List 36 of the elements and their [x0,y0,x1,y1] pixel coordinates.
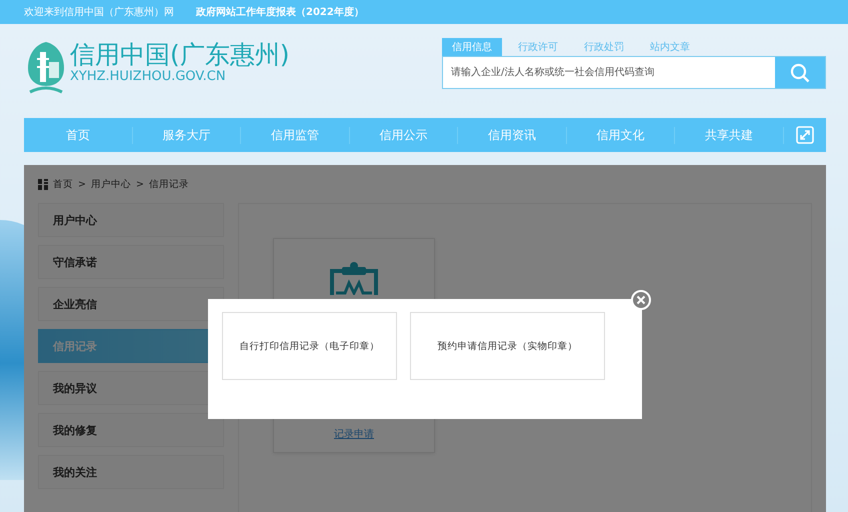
pagoda-logo-icon [26,40,66,96]
nav-item[interactable]: 服务大厅 [132,126,241,144]
search-tab[interactable]: 行政许可 [508,38,568,56]
option-button[interactable]: 自行打印信用记录（电子印章） [222,312,397,380]
sidebar-item[interactable]: 用户中心 [38,203,224,237]
nav-item[interactable]: 信用资讯 [458,126,566,144]
sidebar-item[interactable]: 我的修复 [38,413,224,447]
close-icon [636,295,646,305]
grid-icon [38,178,48,190]
search-button[interactable] [775,57,825,88]
welcome-text: 欢迎来到信用中国（广东惠州）网 [24,6,174,19]
sidebar-item[interactable]: 守信承诺 [38,245,224,279]
nav-item[interactable]: 首页 [24,126,132,144]
sidebar-item[interactable]: 我的关注 [38,455,224,489]
record-apply-link[interactable]: 记录申请 [334,427,374,441]
search-tab[interactable]: 信用信息 [442,38,502,56]
site-domain: XYHZ.HUIZHOU.GOV.CN [70,70,227,84]
search-tab[interactable]: 站内文章 [640,38,700,56]
breadcrumb-link[interactable]: 信用记录 [148,178,189,190]
breadcrumb-link[interactable]: 首页 [53,178,73,190]
option-button[interactable]: 预约申请信用记录（实物印章） [410,312,605,380]
nav-item[interactable]: 共享共建 [675,126,784,144]
nav-item[interactable]: 信用文化 [566,126,675,144]
nav-item[interactable]: 信用公示 [350,126,458,144]
nav-item[interactable]: 信用监管 [241,126,350,144]
breadcrumb-separator: > [78,178,86,190]
breadcrumb-separator: > [136,178,144,190]
clipboard-pulse-icon [328,261,380,295]
search-tab[interactable]: 行政处罚 [574,38,634,56]
search-bar[interactable]: 请输入企业/法人名称或统一社会信用代码查询 [442,56,826,89]
search-icon [790,62,810,82]
fullscreen-icon[interactable] [796,126,814,144]
sidebar-item[interactable]: 企业亮信 [38,287,224,321]
report-link[interactable]: 政府网站工作年度报表（2022年度） [196,5,364,19]
breadcrumb-link[interactable]: 用户中心 [90,178,131,190]
site-title: 信用中国(广东惠州) [70,40,290,70]
